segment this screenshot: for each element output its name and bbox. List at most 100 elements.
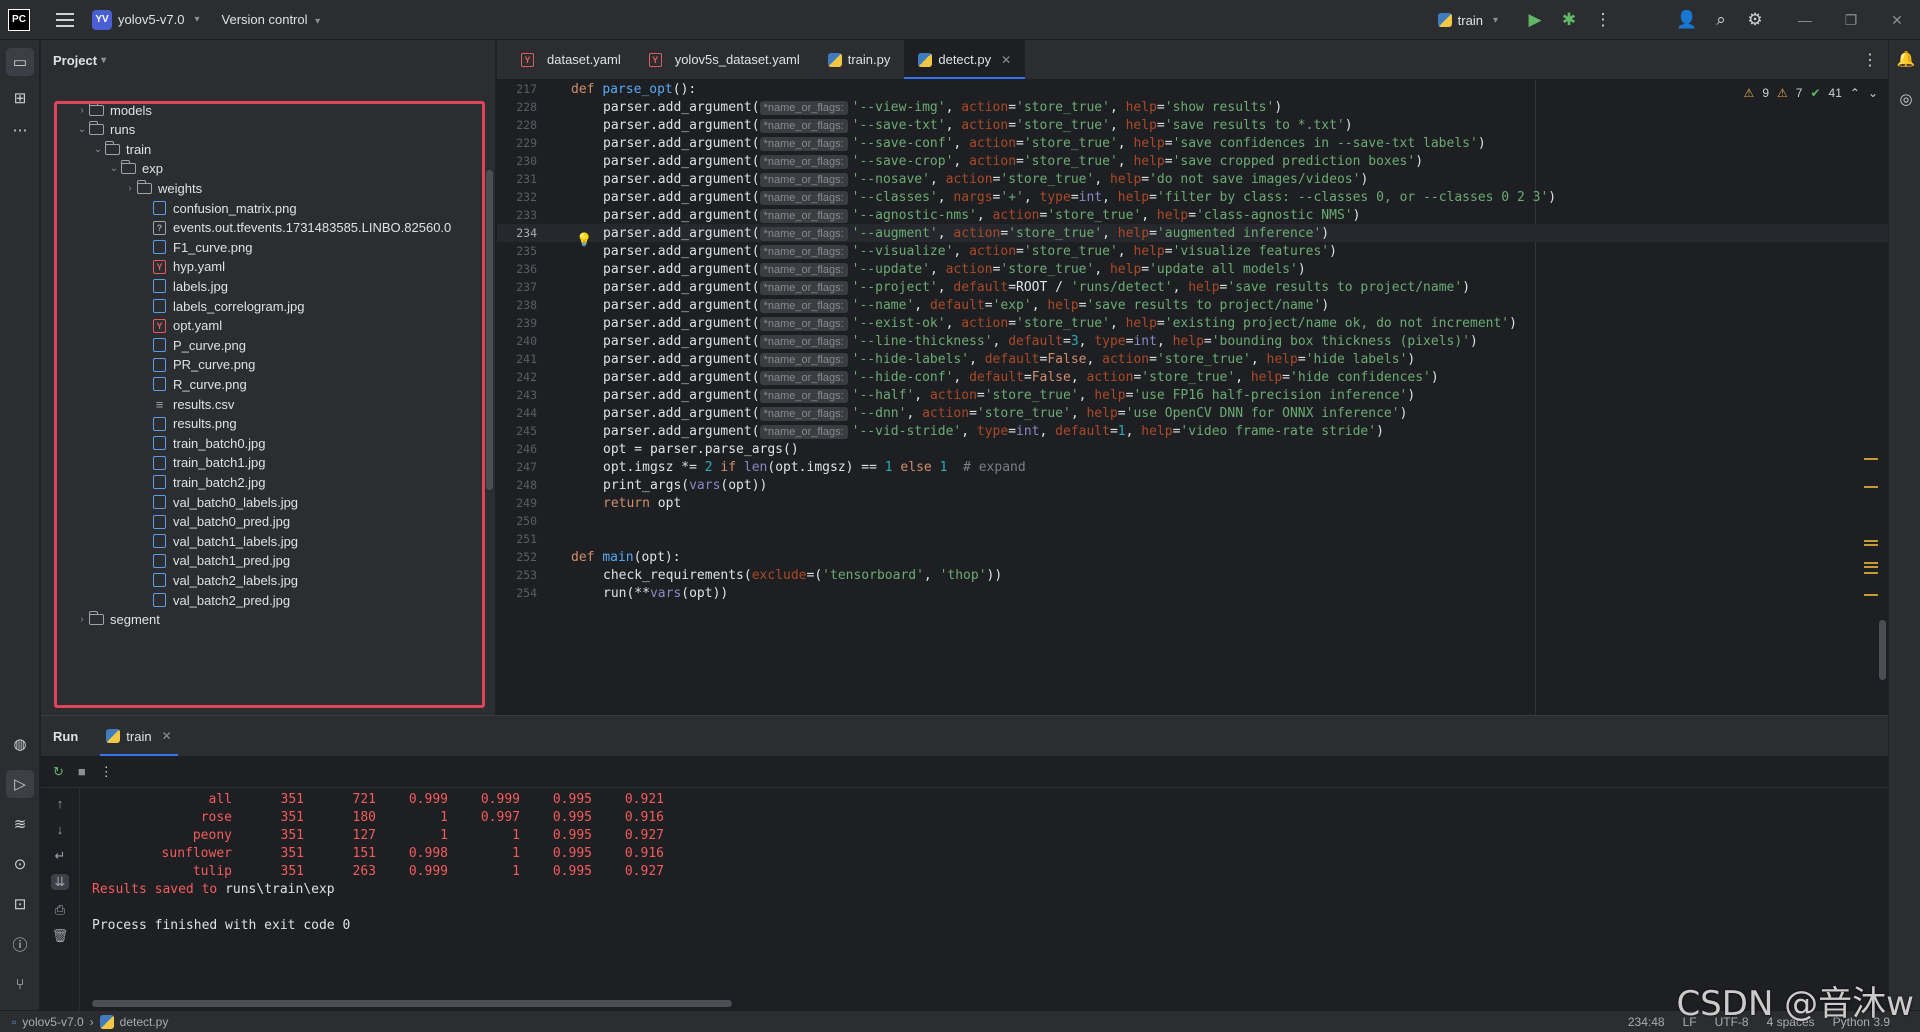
chevron-down-icon[interactable]: ⌄	[75, 124, 89, 135]
code-line[interactable]: 251	[497, 530, 1888, 548]
git-icon[interactable]: ⑂	[6, 970, 34, 998]
code-line[interactable]: 238 parser.add_argument(*name_or_flags: '-…	[497, 296, 1888, 314]
tree-item[interactable]: Yopt.yaml	[41, 316, 222, 336]
stop-icon[interactable]: ■	[78, 764, 86, 779]
code-line[interactable]: 244 parser.add_argument(*name_or_flags: '-…	[497, 404, 1888, 422]
code-line[interactable]: 250	[497, 512, 1888, 530]
tree-item[interactable]: labels_correlogram.jpg	[41, 296, 305, 316]
code-line[interactable]: 248 print_args(vars(opt))	[497, 476, 1888, 494]
project-panel-header[interactable]: Project ▾	[41, 40, 495, 80]
more-tools-icon[interactable]: ⋯	[6, 116, 34, 144]
run-tool-icon[interactable]: ▷	[6, 770, 34, 798]
tree-item[interactable]: labels.jpg	[41, 276, 228, 296]
breadcrumb-file[interactable]: detect.py	[120, 1015, 169, 1029]
rerun-icon[interactable]: ↻	[53, 764, 64, 780]
run-tab-train[interactable]: train ✕	[100, 716, 179, 756]
code-line[interactable]: 240 parser.add_argument(*name_or_flags: '-…	[497, 332, 1888, 350]
chevron-down-icon[interactable]: ⌄	[107, 163, 121, 174]
tree-item[interactable]: › weights	[41, 178, 202, 198]
tab-dataset-yaml[interactable]: Ydataset.yaml	[507, 40, 635, 79]
tree-item[interactable]: ? events.out.tfevents.1731483585.LINBO.82…	[41, 218, 451, 238]
chevron-down-icon[interactable]: ⌄	[91, 144, 105, 155]
code-line[interactable]: 217 def parse_opt():	[497, 80, 1888, 98]
breadcrumb-project[interactable]: yolov5-v7.0	[22, 1015, 83, 1029]
tree-item[interactable]: R_curve.png	[41, 374, 247, 394]
add-user-icon[interactable]: 👤	[1670, 10, 1704, 30]
editor-scrollbar[interactable]	[1879, 620, 1886, 680]
print-icon[interactable]: ⎙	[51, 902, 69, 918]
code-line[interactable]: 233 parser.add_argument(*name_or_flags: '-…	[497, 206, 1888, 224]
code-line[interactable]: 230 parser.add_argument(*name_or_flags: '-…	[497, 152, 1888, 170]
error-stripe-marker[interactable]	[1864, 540, 1878, 542]
error-stripe-marker[interactable]	[1864, 486, 1878, 488]
version-control-menu[interactable]: Version control ▾	[222, 12, 321, 27]
console-horizontal-scrollbar[interactable]	[92, 1000, 732, 1007]
scroll-to-end-icon[interactable]: ⇊	[51, 874, 69, 890]
chevron-right-icon[interactable]: ›	[75, 614, 89, 625]
minimize-button[interactable]: —	[1782, 12, 1828, 28]
more-options-icon[interactable]: ⋮	[100, 764, 113, 780]
tree-item[interactable]: ⌄ runs	[41, 120, 135, 140]
code-line[interactable]: 241 parser.add_argument(*name_or_flags: '-…	[497, 350, 1888, 368]
soft-wrap-icon[interactable]: ↵	[51, 848, 69, 864]
lightbulb-icon[interactable]: 💡	[576, 232, 592, 248]
run-icon[interactable]: ▶	[1518, 10, 1552, 30]
structure-tool-icon[interactable]: ⊞	[6, 84, 34, 112]
debug-icon[interactable]: ✱	[1552, 10, 1586, 30]
chevron-right-icon[interactable]: ›	[75, 105, 89, 116]
console-output[interactable]: all 351 721 0.999 0.999 0.995 0.921 rose 351 180 1…	[79, 788, 1879, 1011]
code-line[interactable]: 228 parser.add_argument(*name_or_flags: '-…	[497, 98, 1888, 116]
tree-item[interactable]: confusion_matrix.png	[41, 198, 297, 218]
close-window-button[interactable]: ✕	[1874, 12, 1920, 29]
tree-item[interactable]: › segment	[41, 610, 160, 630]
code-line[interactable]: 253 check_requirements(exclude=('tensorbo…	[497, 566, 1888, 584]
tree-item[interactable]: results.png	[41, 414, 237, 434]
tab-train-py[interactable]: train.py	[814, 40, 905, 79]
tree-item[interactable]: train_batch1.jpg	[41, 453, 266, 473]
terminal-icon[interactable]: ⊡	[6, 890, 34, 918]
tree-item[interactable]: ≡ results.csv	[41, 394, 235, 414]
tree-item[interactable]: Yhyp.yaml	[41, 257, 225, 277]
code-line[interactable]: 247 opt.imgsz *= 2 if len(opt.imgsz) == 1…	[497, 458, 1888, 476]
tree-item[interactable]: ⌄ exp	[41, 159, 163, 179]
tree-item[interactable]: val_batch0_pred.jpg	[41, 512, 290, 532]
project-selector[interactable]: YV yolov5-v7.0 ▾	[92, 9, 200, 30]
main-menu-icon[interactable]	[56, 12, 74, 27]
code-line[interactable]: 245 parser.add_argument(*name_or_flags: '-…	[497, 422, 1888, 440]
ai-assistant-icon[interactable]: ◎	[1895, 90, 1917, 112]
tree-item[interactable]: train_batch0.jpg	[41, 433, 266, 453]
tree-item[interactable]: val_batch0_labels.jpg	[41, 492, 298, 512]
tab-detect-py[interactable]: detect.py ✕	[904, 40, 1026, 79]
code-line[interactable]: 228 parser.add_argument(*name_or_flags: '-…	[497, 116, 1888, 134]
project-tool-icon[interactable]: ▭	[6, 48, 34, 76]
python-packages-icon[interactable]: ◍	[6, 730, 34, 758]
tab-more-icon[interactable]: ⋮	[1862, 40, 1878, 80]
code-line[interactable]: 252 def main(opt):	[497, 548, 1888, 566]
error-stripe-marker[interactable]	[1864, 566, 1878, 568]
code-line[interactable]: 232 parser.add_argument(*name_or_flags: '-…	[497, 188, 1888, 206]
trash-icon[interactable]: 🗑	[51, 928, 69, 944]
code-line[interactable]: 239 parser.add_argument(*name_or_flags: '-…	[497, 314, 1888, 332]
tree-item[interactable]: val_batch2_labels.jpg	[41, 570, 298, 590]
error-stripe-marker[interactable]	[1864, 458, 1878, 460]
tree-item[interactable]: val_batch1_pred.jpg	[41, 551, 290, 571]
close-icon[interactable]: ✕	[1001, 53, 1011, 67]
code-line[interactable]: 242 parser.add_argument(*name_or_flags: '-…	[497, 368, 1888, 386]
search-icon[interactable]: ⌕	[1704, 10, 1738, 30]
more-actions-icon[interactable]: ⋮	[1586, 10, 1620, 30]
chevron-right-icon[interactable]: ›	[123, 183, 137, 194]
previous-highlight-icon[interactable]: ⌃	[1850, 86, 1860, 100]
layers-icon[interactable]: ≋	[6, 810, 34, 838]
code-line[interactable]: 249 return opt	[497, 494, 1888, 512]
settings-gear-icon[interactable]: ⚙	[1738, 10, 1772, 30]
error-stripe-marker[interactable]	[1864, 594, 1878, 596]
maximize-button[interactable]: ❐	[1828, 12, 1874, 29]
code-line[interactable]: 235 parser.add_argument(*name_or_flags: '-…	[497, 242, 1888, 260]
tree-item[interactable]: train_batch2.jpg	[41, 472, 266, 492]
code-line[interactable]: 237 parser.add_argument(*name_or_flags: '-…	[497, 278, 1888, 296]
code-line[interactable]: 231 parser.add_argument(*name_or_flags: '-…	[497, 170, 1888, 188]
close-icon[interactable]: ✕	[162, 729, 172, 743]
tab-yolov5s-dataset-yaml[interactable]: Yyolov5s_dataset.yaml	[635, 40, 814, 79]
code-line[interactable]: 229 parser.add_argument(*name_or_flags: '-…	[497, 134, 1888, 152]
run-config-selector[interactable]: train ▾	[1437, 13, 1498, 28]
